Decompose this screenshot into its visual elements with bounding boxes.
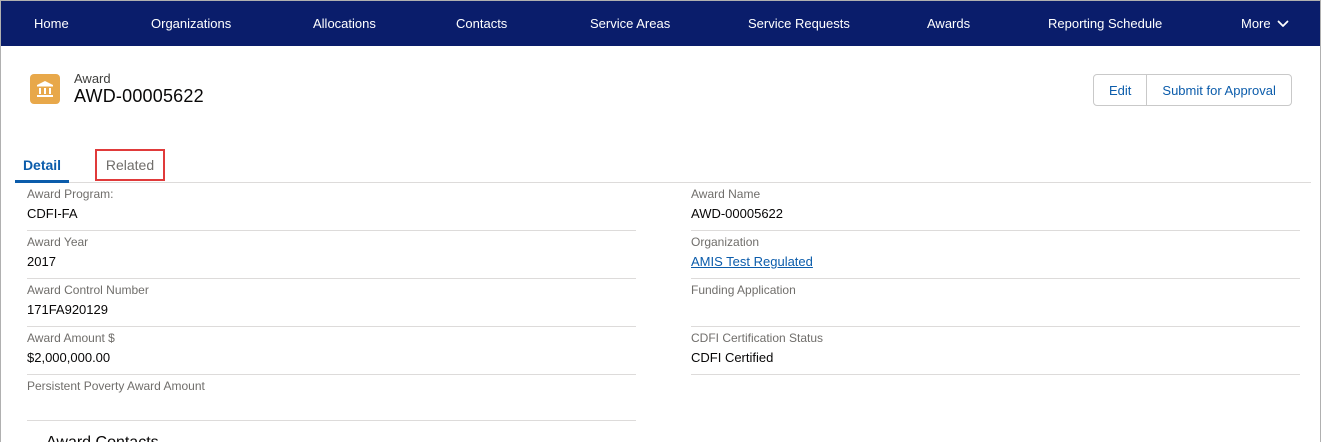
nav-item-organizations[interactable]: Organizations — [151, 1, 231, 46]
field-label: Award Program: — [27, 187, 114, 201]
field-award-control-number: Award Control Number 171FA920129 — [27, 280, 636, 327]
field-cdfi-certification-status: CDFI Certification Status CDFI Certified — [691, 328, 1300, 375]
field-label: Award Amount $ — [27, 331, 115, 345]
record-page: Home Organizations Allocations Contacts … — [0, 0, 1321, 442]
nav-item-home[interactable]: Home — [34, 1, 69, 46]
field-award-name: Award Name AWD-00005622 — [691, 184, 1300, 231]
record-object-type: Award — [74, 71, 111, 86]
nav-more-label: More — [1241, 16, 1271, 31]
top-navigation-bar: Home Organizations Allocations Contacts … — [1, 1, 1320, 46]
edit-button[interactable]: Edit — [1094, 75, 1146, 105]
field-award-program: Award Program: CDFI-FA — [27, 184, 636, 231]
chevron-down-icon — [1277, 20, 1289, 27]
field-value: CDFI-FA — [27, 206, 78, 221]
submit-for-approval-button[interactable]: Submit for Approval — [1146, 75, 1290, 105]
nav-item-service-areas[interactable]: Service Areas — [590, 1, 670, 46]
tab-detail[interactable]: Detail — [15, 149, 69, 183]
section-title-award-contacts[interactable]: Award Contacts — [46, 434, 159, 442]
record-title: AWD-00005622 — [74, 86, 204, 106]
field-label: Persistent Poverty Award Amount — [27, 379, 205, 393]
field-award-amount: Award Amount $ $2,000,000.00 — [27, 328, 636, 375]
nav-item-awards[interactable]: Awards — [927, 1, 970, 46]
field-value: 2017 — [27, 254, 56, 269]
field-value: CDFI Certified — [691, 350, 774, 365]
record-tabs: Detail Related — [15, 149, 1311, 183]
nav-item-allocations[interactable]: Allocations — [313, 1, 376, 46]
tab-related[interactable]: Related — [95, 149, 165, 181]
nav-more-menu[interactable]: More — [1241, 1, 1289, 46]
header-action-buttons: Edit Submit for Approval — [1093, 74, 1292, 106]
nav-item-reporting-schedule[interactable]: Reporting Schedule — [1048, 1, 1162, 46]
field-label: Award Year — [27, 235, 89, 249]
field-label: Funding Application — [691, 283, 796, 297]
field-organization: Organization AMIS Test Regulated — [691, 232, 1300, 279]
nav-item-contacts[interactable]: Contacts — [456, 1, 507, 46]
field-value: AWD-00005622 — [691, 206, 784, 221]
tab-detail-label: Detail — [22, 156, 62, 173]
field-value: 171FA920129 — [27, 302, 108, 317]
nav-item-service-requests[interactable]: Service Requests — [748, 1, 850, 46]
field-value: $2,000,000.00 — [27, 350, 111, 365]
field-label: Award Name — [691, 187, 761, 201]
organization-link[interactable]: AMIS Test Regulated — [691, 254, 813, 269]
field-persistent-poverty-award-amount: Persistent Poverty Award Amount — [27, 376, 636, 421]
field-funding-application: Funding Application — [691, 280, 1300, 327]
bank-building-icon — [30, 74, 60, 104]
field-label: CDFI Certification Status — [691, 331, 824, 345]
field-label: Organization — [691, 235, 760, 249]
field-award-year: Award Year 2017 — [27, 232, 636, 279]
field-label: Award Control Number — [27, 283, 149, 297]
